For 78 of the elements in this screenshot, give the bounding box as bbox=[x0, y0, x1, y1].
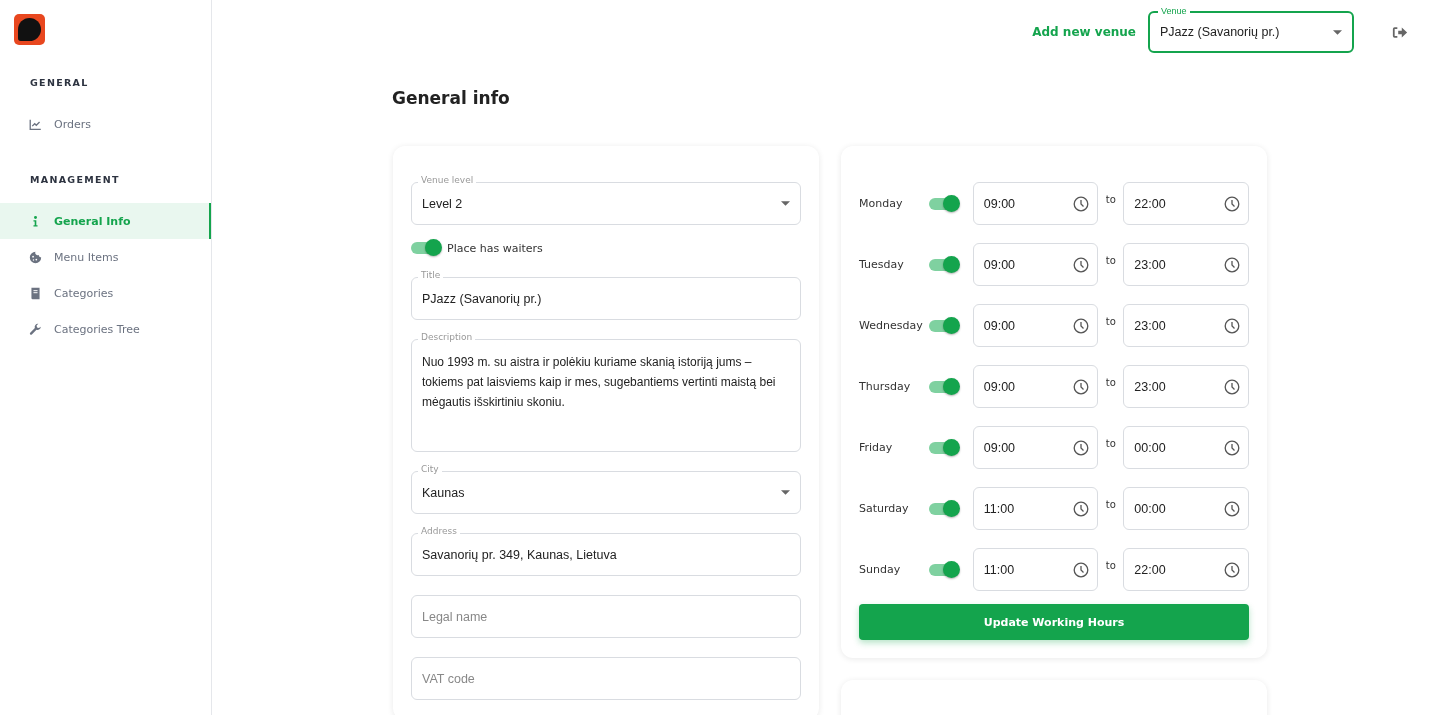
separator-text: to bbox=[1104, 499, 1117, 510]
time-field[interactable]: 22:00 bbox=[1123, 182, 1249, 225]
time-field[interactable]: 09:00 bbox=[972, 182, 1099, 225]
clock-icon bbox=[1073, 317, 1090, 334]
day-toggle[interactable] bbox=[928, 563, 959, 576]
day-toggle[interactable] bbox=[928, 380, 959, 393]
separator-text: to bbox=[1104, 560, 1117, 571]
toggle-label: Place has waiters bbox=[447, 241, 543, 255]
chart-icon bbox=[29, 117, 42, 131]
sidebar-heading: GENERAL bbox=[29, 76, 90, 88]
clock-icon bbox=[1224, 561, 1240, 578]
separator-text: to bbox=[1104, 377, 1117, 388]
caret-icon bbox=[781, 490, 790, 495]
field-label: Venue bbox=[1158, 6, 1190, 16]
time-field[interactable]: 11:00 bbox=[972, 548, 1099, 591]
field-label: Address bbox=[418, 526, 460, 536]
separator-text: to bbox=[1104, 255, 1117, 266]
time-field[interactable]: 00:00 bbox=[1123, 487, 1249, 530]
sidebar-item[interactable]: Orders bbox=[0, 106, 211, 142]
waiters-toggle[interactable] bbox=[411, 242, 441, 254]
clock-icon bbox=[1224, 317, 1240, 334]
day-label: Sunday bbox=[859, 563, 902, 576]
clock-icon bbox=[1073, 561, 1090, 578]
input-field[interactable]: Savanorių pr. 349, Kaunas, Lietuva bbox=[411, 533, 801, 576]
caret-icon bbox=[781, 201, 790, 206]
clock-icon bbox=[1224, 378, 1240, 395]
clock-icon bbox=[1073, 378, 1090, 395]
day-label: Friday bbox=[859, 441, 894, 454]
sidebar-item[interactable]: Categories Tree bbox=[0, 311, 211, 347]
app-logo-icon[interactable] bbox=[14, 14, 45, 45]
day-toggle[interactable] bbox=[928, 258, 959, 271]
input-field[interactable]: PJazz (Savanorių pr.) bbox=[411, 277, 801, 320]
clock-icon bbox=[1073, 256, 1090, 273]
caret-icon bbox=[1333, 29, 1342, 35]
time-field[interactable]: 23:00 bbox=[1123, 304, 1249, 347]
input-field[interactable]: VAT code bbox=[411, 657, 801, 700]
page-title: General info bbox=[392, 88, 511, 108]
clock-icon bbox=[1224, 256, 1240, 273]
day-toggle[interactable] bbox=[928, 441, 959, 454]
sidebar-item[interactable]: Menu Items bbox=[0, 239, 211, 275]
separator-text: to bbox=[1104, 316, 1117, 327]
wrench-icon bbox=[29, 322, 42, 336]
logout-icon[interactable] bbox=[1392, 25, 1408, 39]
select-field[interactable]: Level 2 bbox=[411, 182, 801, 225]
day-label: Saturday bbox=[859, 502, 910, 515]
separator-text: to bbox=[1104, 194, 1117, 205]
time-field[interactable]: 09:00 bbox=[972, 304, 1099, 347]
clock-icon bbox=[1073, 500, 1090, 517]
separator-text: to bbox=[1104, 438, 1117, 449]
day-label: Thursday bbox=[859, 380, 912, 393]
sidebar-heading: MANAGEMENT bbox=[29, 173, 121, 185]
day-label: Monday bbox=[859, 197, 904, 210]
day-toggle[interactable] bbox=[928, 319, 959, 332]
field-label: City bbox=[418, 464, 442, 474]
day-label: Wednesday bbox=[859, 319, 924, 332]
field-label: Title bbox=[418, 270, 444, 280]
time-field[interactable]: 09:00 bbox=[972, 243, 1099, 286]
day-toggle[interactable] bbox=[928, 502, 959, 515]
time-field[interactable]: 23:00 bbox=[1123, 365, 1249, 408]
clock-icon bbox=[1073, 195, 1090, 212]
clock-icon bbox=[1224, 500, 1240, 517]
clock-icon bbox=[1224, 195, 1240, 212]
day-toggle[interactable] bbox=[928, 197, 959, 210]
clock-icon bbox=[1224, 439, 1240, 456]
time-field[interactable]: 09:00 bbox=[972, 426, 1099, 469]
time-field[interactable]: 11:00 bbox=[972, 487, 1099, 530]
clock-icon bbox=[1073, 439, 1090, 456]
field-label: Venue level bbox=[418, 175, 477, 185]
time-field[interactable]: 09:00 bbox=[972, 365, 1099, 408]
day-label: Tuesday bbox=[859, 258, 905, 271]
book-icon bbox=[29, 286, 42, 300]
input-field[interactable]: Legal name bbox=[411, 595, 801, 638]
cookie-icon bbox=[29, 250, 42, 264]
time-field[interactable]: 23:00 bbox=[1123, 243, 1249, 286]
time-field[interactable]: 00:00 bbox=[1123, 426, 1249, 469]
time-field[interactable]: 22:00 bbox=[1123, 548, 1249, 591]
sidebar-item[interactable]: Categories bbox=[0, 275, 211, 311]
field-label: Description bbox=[418, 332, 476, 342]
